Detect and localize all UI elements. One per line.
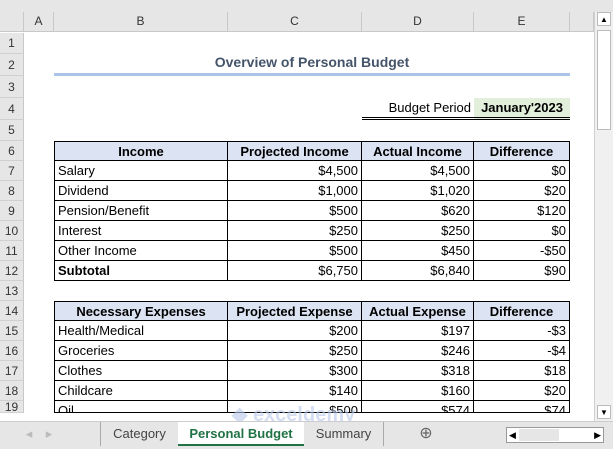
income-header: Actual Income: [362, 141, 474, 161]
row-header-8[interactable]: 8: [0, 181, 24, 201]
expenses-cell[interactable]: Childcare: [54, 381, 228, 401]
row-header-12[interactable]: 12: [0, 261, 24, 281]
expenses-cell[interactable]: $140: [228, 381, 362, 401]
income-cell[interactable]: $620: [362, 201, 474, 221]
scroll-up-icon[interactable]: ▲: [597, 12, 611, 26]
income-cell[interactable]: $1,020: [362, 181, 474, 201]
row-header-19[interactable]: 19: [0, 401, 24, 413]
column-header-d[interactable]: D: [362, 12, 474, 32]
sheet-title: Overview of Personal Budget: [214, 54, 410, 70]
add-sheet-icon[interactable]: ⊕: [416, 422, 436, 446]
expenses-cell[interactable]: $250: [228, 341, 362, 361]
income-cell[interactable]: $500: [228, 201, 362, 221]
income-cell[interactable]: Subtotal: [54, 261, 228, 281]
column-header-blank: [570, 12, 594, 32]
prev-sheet-icon[interactable]: ◂: [22, 422, 36, 446]
expenses-cell[interactable]: Oil: [54, 401, 228, 413]
vertical-scrollbar[interactable]: ▲ ▼: [594, 12, 613, 421]
expenses-cell[interactable]: -$4: [474, 341, 570, 361]
column-header-e[interactable]: E: [474, 12, 570, 32]
income-cell[interactable]: $4,500: [362, 161, 474, 181]
income-cell[interactable]: -$50: [474, 241, 570, 261]
income-cell[interactable]: $250: [228, 221, 362, 241]
income-cell[interactable]: Pension/Benefit: [54, 201, 228, 221]
income-cell[interactable]: $500: [228, 241, 362, 261]
row-header-13[interactable]: 13: [0, 281, 24, 301]
income-cell[interactable]: $90: [474, 261, 570, 281]
select-all-corner[interactable]: [0, 12, 24, 32]
income-cell[interactable]: Salary: [54, 161, 228, 181]
next-sheet-icon[interactable]: ▸: [42, 422, 56, 446]
scroll-right-icon[interactable]: ▶: [594, 428, 601, 442]
row-header-11[interactable]: 11: [0, 241, 24, 261]
row-header-15[interactable]: 15: [0, 321, 24, 341]
horizontal-scrollbar[interactable]: ◀ ▶: [506, 427, 604, 443]
row-header-10[interactable]: 10: [0, 221, 24, 241]
row-header-17[interactable]: 17: [0, 361, 24, 381]
tab-category[interactable]: Category: [100, 422, 178, 446]
income-header: Projected Income: [228, 141, 362, 161]
income-cell[interactable]: $0: [474, 161, 570, 181]
expenses-header: Actual Expense: [362, 301, 474, 321]
row-header-4[interactable]: 4: [0, 98, 24, 120]
income-cell[interactable]: $1,000: [228, 181, 362, 201]
row-header-18[interactable]: 18: [0, 381, 24, 401]
row-header-7[interactable]: 7: [0, 161, 24, 181]
expenses-cell[interactable]: $197: [362, 321, 474, 341]
row-header-1[interactable]: 1: [0, 33, 24, 54]
expenses-cell[interactable]: Clothes: [54, 361, 228, 381]
row-header-3[interactable]: 3: [0, 76, 24, 98]
tab-summary[interactable]: Summary: [304, 422, 384, 446]
income-cell[interactable]: $250: [362, 221, 474, 241]
income-cell[interactable]: $4,500: [228, 161, 362, 181]
scroll-thumb[interactable]: [597, 30, 611, 130]
expenses-cell[interactable]: $246: [362, 341, 474, 361]
column-header-c[interactable]: C: [228, 12, 362, 32]
income-cell[interactable]: Dividend: [54, 181, 228, 201]
row-header-9[interactable]: 9: [0, 201, 24, 221]
income-cell[interactable]: $0: [474, 221, 570, 241]
income-cell[interactable]: $6,750: [228, 261, 362, 281]
expenses-header: Projected Expense: [228, 301, 362, 321]
row-header-14[interactable]: 14: [0, 301, 24, 321]
expenses-cell[interactable]: Groceries: [54, 341, 228, 361]
expenses-header: Difference: [474, 301, 570, 321]
row-header-5[interactable]: 5: [0, 120, 24, 141]
expenses-cell[interactable]: $20: [474, 381, 570, 401]
expenses-cell[interactable]: $574: [362, 401, 474, 413]
income-cell[interactable]: $6,840: [362, 261, 474, 281]
budget-period-label: Budget Period: [362, 98, 474, 120]
expenses-cell[interactable]: $160: [362, 381, 474, 401]
expenses-cell[interactable]: $18: [474, 361, 570, 381]
toolbar-strip: [0, 0, 613, 12]
expenses-header: Necessary Expenses: [54, 301, 228, 321]
column-header-b[interactable]: B: [54, 12, 228, 32]
budget-period-value[interactable]: January'2023: [474, 98, 570, 120]
income-cell[interactable]: Other Income: [54, 241, 228, 261]
expenses-cell[interactable]: $74: [474, 401, 570, 413]
income-header: Income: [54, 141, 228, 161]
tab-personal-budget[interactable]: Personal Budget: [178, 422, 304, 446]
row-header-16[interactable]: 16: [0, 341, 24, 361]
income-cell[interactable]: $450: [362, 241, 474, 261]
row-header-6[interactable]: 6: [0, 141, 24, 161]
income-cell[interactable]: $120: [474, 201, 570, 221]
column-header-a[interactable]: A: [24, 12, 54, 32]
scroll-left-icon[interactable]: ◀: [509, 428, 516, 442]
expenses-cell[interactable]: $200: [228, 321, 362, 341]
title-underline: [54, 73, 570, 76]
scroll-down-icon[interactable]: ▼: [597, 405, 611, 419]
income-header: Difference: [474, 141, 570, 161]
income-cell[interactable]: Interest: [54, 221, 228, 241]
expenses-cell[interactable]: Health/Medical: [54, 321, 228, 341]
expenses-cell[interactable]: $300: [228, 361, 362, 381]
h-scroll-thumb[interactable]: [519, 429, 559, 441]
sheet-tab-bar: ◂ ▸ Category Personal Budget Summary ⊕ ◀…: [0, 421, 613, 449]
expenses-cell[interactable]: -$3: [474, 321, 570, 341]
expenses-cell[interactable]: $318: [362, 361, 474, 381]
row-header-2[interactable]: 2: [0, 54, 24, 76]
income-cell[interactable]: $20: [474, 181, 570, 201]
